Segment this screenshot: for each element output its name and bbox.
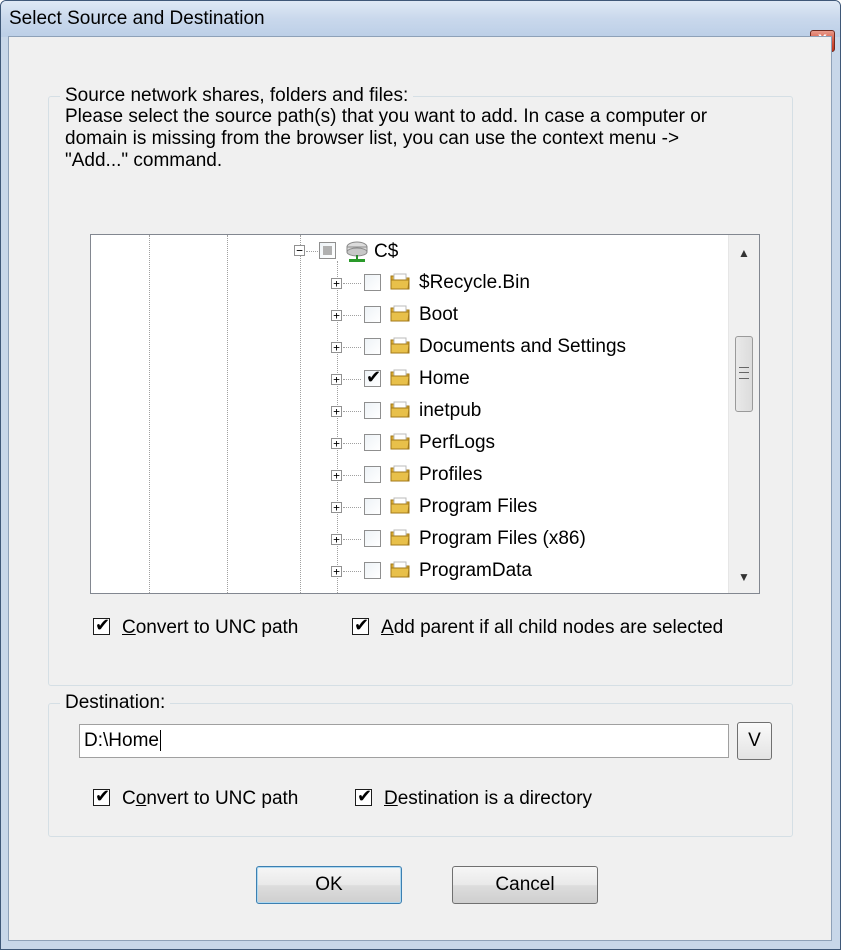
tree-node[interactable]: + ProgramData — [91, 555, 731, 587]
expand-toggle[interactable]: + — [331, 566, 342, 577]
tree-checkbox[interactable] — [364, 498, 381, 515]
destination-input[interactable]: D:\Home — [79, 724, 729, 758]
tree-guide-line — [343, 347, 361, 348]
tree-checkbox[interactable] — [364, 466, 381, 483]
expand-toggle[interactable]: + — [331, 534, 342, 545]
tree-scrollbar[interactable]: ▲ ▼ — [728, 235, 759, 593]
tree-checkbox[interactable] — [364, 434, 381, 451]
tree-checkbox[interactable]: ✔ — [364, 367, 382, 387]
checkbox-label: Destination is a directory — [384, 788, 593, 809]
ok-button[interactable]: OK — [256, 866, 402, 904]
folder-icon — [390, 369, 410, 386]
tree-checkbox[interactable] — [364, 338, 381, 355]
check-mark-icon: ✔ — [366, 367, 382, 387]
title-bar[interactable]: Select Source and Destination — [1, 1, 840, 37]
checkbox-label: Convert to UNC path — [122, 617, 299, 638]
folder-icon — [390, 561, 410, 578]
tree-guide-line — [343, 571, 361, 572]
tree-node[interactable]: + Documents and Settings — [91, 331, 731, 363]
scroll-thumb[interactable] — [735, 336, 753, 412]
check-mark-icon: ✔ — [95, 615, 111, 635]
folder-icon — [390, 497, 410, 514]
tree-guide-line — [343, 539, 361, 540]
grip-icon — [739, 367, 749, 379]
dialog-title: Select Source and Destination — [9, 8, 265, 29]
folder-icon — [390, 401, 410, 418]
collapse-toggle[interactable]: − — [294, 245, 305, 256]
check-mark-icon: ✔ — [357, 786, 373, 806]
tree-node-label: Boot — [419, 304, 459, 325]
source-description: Please select the source path(s) that yo… — [65, 106, 708, 171]
tree-node[interactable]: + Program Files — [91, 491, 731, 523]
tree-guide-line — [343, 411, 361, 412]
destination-group-legend: Destination: — [60, 693, 171, 713]
expand-toggle[interactable]: + — [331, 406, 342, 417]
tree-node-label: $Recycle.Bin — [419, 272, 530, 293]
destination-browse-button[interactable]: V — [737, 722, 772, 760]
source-tree[interactable]: − C$ + $Recycle.Bin + Boot + Documents and Se… — [90, 234, 760, 594]
tree-checkbox[interactable] — [364, 530, 381, 547]
folder-icon — [390, 529, 410, 546]
scroll-down-icon[interactable]: ▼ — [729, 563, 759, 591]
tree-checkbox[interactable] — [364, 306, 381, 323]
checkbox-box[interactable]: ✔ — [355, 786, 373, 806]
tree-node[interactable]: + $Recycle.Bin — [91, 267, 731, 299]
tree-node[interactable]: + PerfLogs — [91, 427, 731, 459]
checkbox-label: Add parent if all child nodes are select… — [381, 617, 724, 638]
checkbox-box[interactable]: ✔ — [352, 615, 370, 635]
expand-toggle[interactable]: + — [331, 342, 342, 353]
tree-guide-line — [343, 475, 361, 476]
folder-icon — [390, 337, 410, 354]
tree-checkbox[interactable] — [364, 402, 381, 419]
tree-node[interactable]: + inetpub — [91, 395, 731, 427]
tree-node[interactable]: + Program Files (x86) — [91, 523, 731, 555]
tree-node[interactable]: + Boot — [91, 299, 731, 331]
tree-guide-line — [343, 315, 361, 316]
folder-icon — [390, 465, 410, 482]
expand-toggle[interactable]: + — [331, 374, 342, 385]
tree-guide-line — [343, 443, 361, 444]
tree-node-label: PerfLogs — [419, 432, 496, 453]
tree-node-label: Program Files (x86) — [419, 528, 586, 549]
tree-node-label: Documents and Settings — [419, 336, 627, 357]
checkbox-box[interactable]: ✔ — [93, 786, 111, 806]
tree-node[interactable]: + ✔ Home — [91, 363, 731, 395]
tree-node-label: C$ — [374, 241, 399, 262]
tree-node-label: ProgramData — [419, 560, 532, 581]
tree-node-label: inetpub — [419, 400, 482, 421]
expand-toggle[interactable]: + — [331, 502, 342, 513]
partial-check-indicator — [323, 246, 332, 255]
tree-checkbox[interactable] — [364, 274, 381, 291]
tree-node-label: Profiles — [419, 464, 483, 485]
checkbox-label: Convert to UNC path — [122, 788, 299, 809]
folder-icon — [390, 305, 410, 322]
text-caret — [159, 730, 161, 752]
tree-guide-line — [343, 379, 361, 380]
tree-node-root[interactable]: − C$ — [91, 235, 731, 267]
expand-toggle[interactable]: + — [331, 438, 342, 449]
expand-toggle[interactable]: + — [331, 470, 342, 481]
tree-node[interactable]: + Profiles — [91, 459, 731, 491]
scroll-up-icon[interactable]: ▲ — [729, 239, 759, 267]
tree-checkbox[interactable] — [319, 242, 336, 259]
source-group-legend: Source network shares, folders and files… — [60, 86, 414, 106]
destination-value: D:\Home — [84, 730, 159, 751]
checkbox-box[interactable]: ✔ — [93, 615, 111, 635]
tree-guide-line — [343, 507, 361, 508]
tree-checkbox[interactable] — [364, 562, 381, 579]
check-mark-icon: ✔ — [354, 615, 370, 635]
cancel-button[interactable]: Cancel — [452, 866, 598, 904]
expand-toggle[interactable]: + — [331, 310, 342, 321]
folder-icon — [390, 273, 410, 290]
folder-icon — [390, 433, 410, 450]
check-mark-icon: ✔ — [95, 786, 111, 806]
expand-toggle[interactable]: + — [331, 278, 342, 289]
tree-node-label: Home — [419, 368, 470, 389]
network-drive-icon — [346, 241, 368, 262]
tree-node-label: Program Files — [419, 496, 538, 517]
tree-guide-line — [343, 283, 361, 284]
